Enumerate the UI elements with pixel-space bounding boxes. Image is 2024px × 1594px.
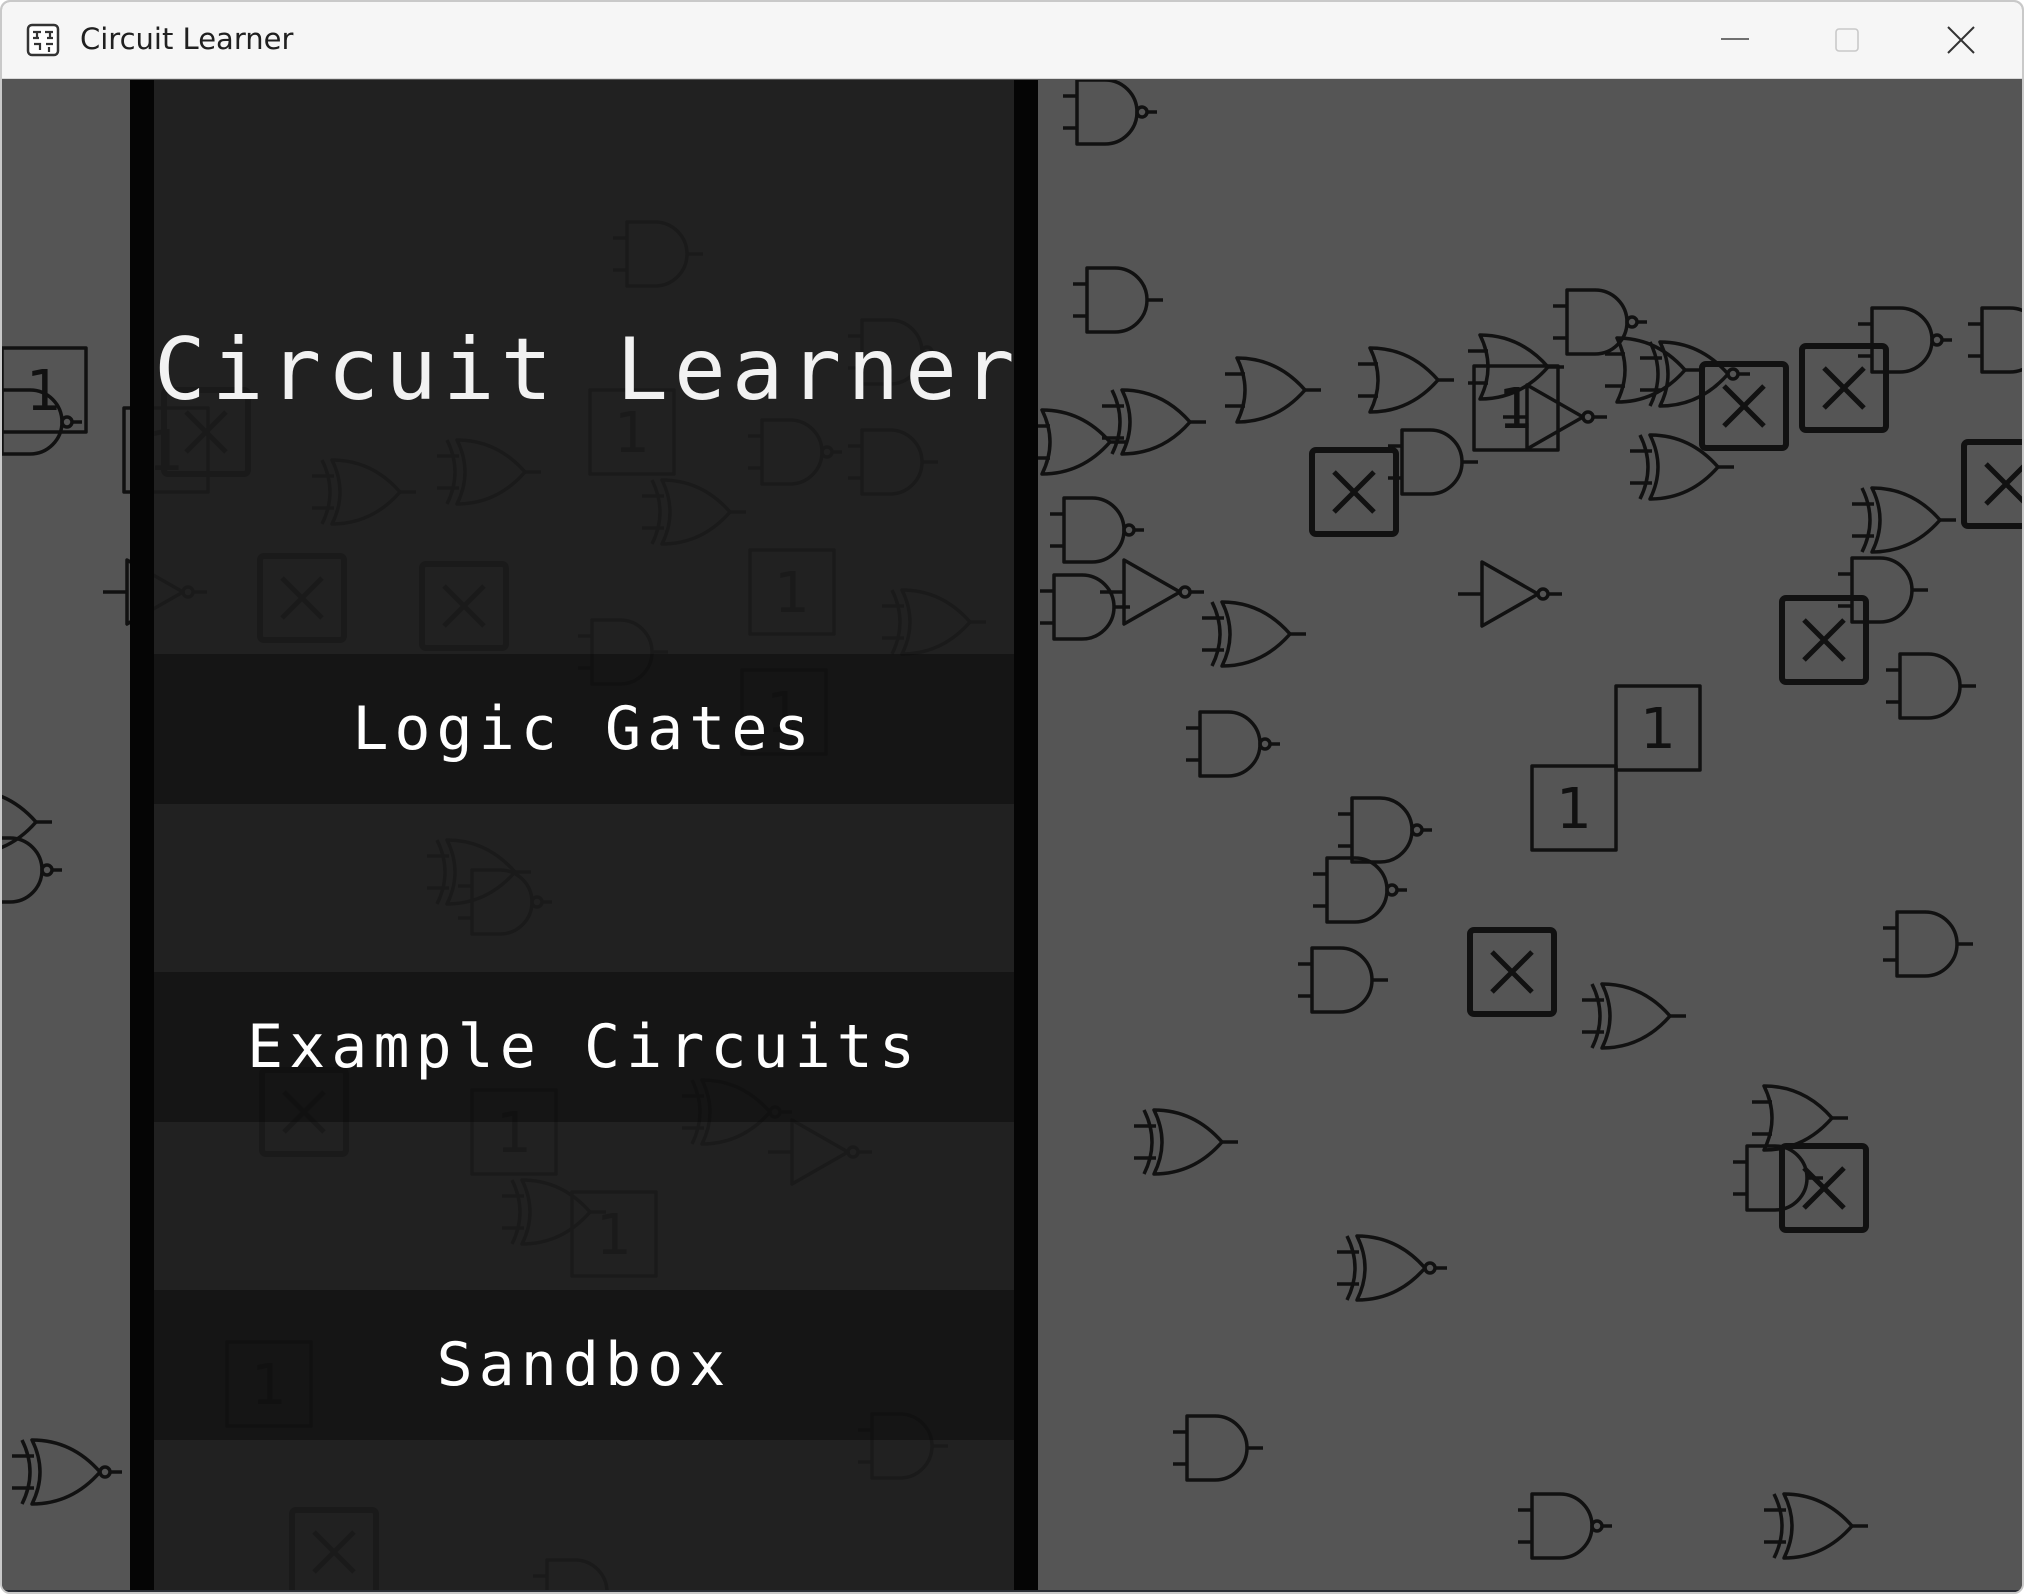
bg-and-gate-44 [1173, 1414, 1263, 1482]
bg-nand-gate-33 [1338, 796, 1432, 864]
bg-and-gate-2 [1073, 266, 1163, 334]
bg-or-gate-12 [1030, 408, 1126, 476]
game-canvas: 11111111111 Circuit Learner Logic Gates … [2, 80, 2022, 1592]
bg-xor-gate-11 [1102, 388, 1206, 456]
main-menu-panel: Circuit Learner Logic Gates Example Circ… [130, 80, 1038, 1592]
close-icon [1947, 26, 1975, 54]
bg-xor-gate-38 [1582, 982, 1686, 1050]
bg-constant-one-box-32: 1 [1530, 764, 1618, 852]
menu-title: Circuit Learner [154, 320, 1021, 420]
logic-gates-button[interactable]: Logic Gates [154, 654, 1014, 804]
bg-xor-gate-46 [1764, 1492, 1868, 1560]
bg-xor-gate-25 [1202, 600, 1306, 668]
svg-text:1: 1 [1498, 377, 1534, 442]
example-circuits-button[interactable]: Example Circuits [154, 972, 1014, 1122]
sandbox-button[interactable]: Sandbox [154, 1290, 1014, 1440]
bg-and-gate-13 [1388, 428, 1478, 496]
window-bottom-edge [2, 1590, 2022, 1592]
bg-and-gate-27 [1838, 556, 1928, 624]
bg-and-gate-5 [1968, 306, 2022, 374]
svg-text:1: 1 [26, 359, 62, 424]
bg-nand-gate-3 [1553, 288, 1647, 356]
bg-xor-gate-39 [1134, 1108, 1238, 1176]
bg-nand-gate-45 [1518, 1492, 1612, 1560]
bg-xnor-gate-43 [1337, 1234, 1447, 1302]
window-title: Circuit Learner [80, 22, 294, 56]
bg-xor-gate-14 [1630, 433, 1734, 501]
svg-text:1: 1 [1640, 697, 1676, 762]
close-button[interactable] [1906, 2, 2016, 78]
bg-x-box-17 [1699, 361, 1789, 451]
bg-or-gate-6 [1358, 346, 1454, 414]
bg-xor-gate-26 [1852, 486, 1956, 554]
bg-and-gate-35 [1298, 946, 1388, 1014]
bg-constant-one-box-31: 1 [1614, 684, 1702, 772]
bg-and-gate-29 [1886, 652, 1976, 720]
bg-and-gate-37 [1883, 910, 1973, 978]
bg-nand-gate-30 [1186, 710, 1280, 778]
bg-not-gate-24 [1458, 560, 1562, 628]
bg-x-box-42 [1779, 1143, 1869, 1233]
bg-x-box-19 [1309, 447, 1399, 537]
app-window: Circuit Learner 11111111111 Circuit Lear… [0, 0, 2024, 1594]
bg-nand-gate-0 [1063, 80, 1157, 146]
circuit-app-icon [26, 23, 60, 57]
bg-nand-gate-21 [1050, 496, 1144, 564]
bg-and-gate-22 [1040, 573, 1130, 641]
minimize-icon [1721, 38, 1749, 40]
bg-nand-gate-34 [1313, 856, 1407, 924]
maximize-icon [1835, 28, 1859, 52]
svg-text:1: 1 [1556, 777, 1592, 842]
bg-x-box-20 [1961, 439, 2022, 529]
bg-or-gate-7 [1225, 356, 1321, 424]
bg-nand-gate-50 [2, 836, 62, 904]
bg-not-gate-23 [1100, 558, 1204, 626]
title-bar[interactable]: Circuit Learner [2, 2, 2022, 79]
bg-x-box-36 [1467, 927, 1557, 1017]
minimize-button[interactable] [1680, 2, 1790, 78]
bg-or-gate-40 [1752, 1084, 1848, 1152]
bg-xnor-gate-51 [12, 1438, 122, 1506]
bg-nand-gate-4 [1858, 306, 1952, 374]
maximize-button[interactable] [1792, 2, 1902, 78]
